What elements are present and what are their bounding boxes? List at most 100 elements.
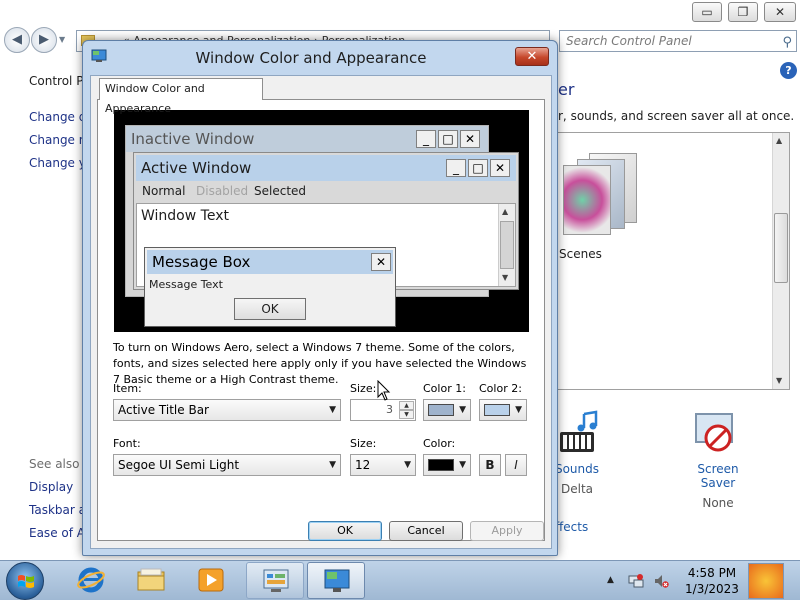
personalization-description: r, sounds, and screen saver all at once. — [558, 109, 795, 123]
network-icon[interactable] — [628, 573, 644, 589]
color2-picker[interactable]: ▼ — [479, 399, 527, 421]
taskbar-window-color[interactable] — [307, 562, 365, 599]
user-avatar-flower[interactable] — [748, 563, 784, 599]
scroll-up-icon: ▲ — [502, 207, 509, 216]
volume-muted-icon[interactable] — [653, 573, 669, 589]
screen-saver-icon[interactable] — [692, 412, 740, 456]
scenes-theme-name[interactable]: Scenes — [559, 247, 602, 261]
forward-button[interactable]: ▶ — [31, 27, 57, 53]
internet-explorer-icon — [77, 567, 105, 593]
theme-list[interactable]: Scenes ▲ ▼ — [556, 132, 790, 390]
personalization-heading: er — [558, 80, 575, 99]
close-button[interactable]: ✕ — [764, 2, 796, 22]
item-label: Item: — [113, 382, 142, 395]
taskbar-windows-explorer[interactable] — [122, 562, 180, 599]
dialog-title: Window Color and Appearance — [195, 49, 427, 67]
minimize-button[interactable]: ▭ — [692, 2, 722, 22]
item-size-label: Size: — [350, 382, 377, 395]
folder-icon — [137, 568, 165, 591]
color2-label: Color 2: — [479, 382, 522, 395]
preview-menu-disabled[interactable]: Disabled — [196, 184, 248, 198]
font-color-label: Color: — [423, 437, 456, 450]
restore-button[interactable]: ❐ — [728, 2, 758, 22]
color1-picker[interactable]: ▼ — [423, 399, 471, 421]
aero-info-text: To turn on Windows Aero, select a Window… — [113, 341, 527, 386]
screen-saver-item[interactable]: Screen Saver None — [680, 462, 756, 510]
window-color-appearance-dialog: Window Color and Appearance ✕ Window Col… — [82, 40, 558, 556]
scroll-up-icon[interactable]: ▲ — [776, 136, 782, 145]
preview-menu-normal[interactable]: Normal — [142, 184, 185, 198]
spin-down-icon[interactable]: ▼ — [399, 410, 414, 419]
tab-window-color-appearance[interactable]: Window Color and Appearance — [99, 78, 263, 115]
item-size-spinner[interactable]: 3 ▲ ▼ — [350, 399, 416, 421]
font-label: Font: — [113, 437, 141, 450]
clock-time: 4:58 PM — [687, 566, 737, 580]
color1-label: Color 1: — [423, 382, 466, 395]
preview-menu-bar[interactable]: Normal Disabled Selected — [136, 183, 516, 201]
italic-button[interactable]: I — [505, 454, 527, 476]
apply-button[interactable]: Apply — [470, 521, 544, 541]
search-input[interactable]: Search Control Panel ⚲ — [559, 30, 797, 52]
preview-inactive-title-bar[interactable]: Inactive Window _ □ ✕ — [126, 126, 488, 152]
preview-close-icon: ✕ — [490, 159, 510, 177]
windows-logo-icon — [18, 575, 34, 588]
search-icon[interactable]: ⚲ — [782, 33, 792, 53]
item-select[interactable]: Active Title Bar ▼ — [113, 399, 341, 421]
scenes-theme-thumbnail[interactable] — [559, 147, 639, 237]
preview-message-box-title-bar[interactable]: Message Box ✕ — [147, 250, 393, 274]
preview-active-title: Active Window — [141, 159, 252, 177]
tab-panel: Inactive Window _ □ ✕ Active Window _ □ … — [97, 99, 545, 541]
taskbar-internet-explorer[interactable] — [62, 562, 120, 599]
ok-button[interactable]: OK — [308, 521, 382, 541]
preview-message-box-title: Message Box — [152, 253, 251, 271]
font-select[interactable]: Segoe UI Semi Light ▼ — [113, 454, 341, 476]
dialog-body: Window Color and Appearance Inactive Win… — [90, 75, 552, 549]
mouse-cursor-icon — [377, 380, 391, 401]
taskbar-media-player[interactable] — [182, 562, 240, 599]
cp-titlebar: ▭ ❐ ✕ — [0, 0, 800, 24]
cancel-button[interactable]: Cancel — [389, 521, 463, 541]
dialog-titlebar[interactable]: Window Color and Appearance ✕ — [83, 41, 557, 75]
cp-left-pane: Control Panel Home Change desktop icons … — [0, 56, 203, 560]
screen-saver-link[interactable]: Screen Saver — [680, 462, 756, 490]
show-hidden-icons-button[interactable]: ▲ — [607, 575, 614, 585]
chevron-down-icon: ▼ — [515, 405, 522, 415]
preview-message-text: Message Text — [149, 278, 223, 291]
spin-up-icon[interactable]: ▲ — [399, 401, 414, 410]
chevron-down-icon: ▼ — [404, 460, 411, 470]
scroll-down-icon[interactable]: ▼ — [776, 376, 782, 385]
preview-scroll-thumb — [500, 221, 514, 269]
preview-scrollbar[interactable]: ▲ ▼ — [498, 204, 515, 286]
effects-link[interactable]: ffects — [555, 520, 588, 534]
scroll-down-icon: ▼ — [502, 273, 509, 282]
color1-swatch — [428, 404, 454, 416]
recent-pages-dropdown-icon[interactable]: ▼ — [59, 35, 65, 44]
font-size-value: 12 — [355, 458, 371, 472]
taskbar-control-panel[interactable] — [246, 562, 304, 599]
preview-ok-button[interactable]: OK — [234, 298, 306, 320]
back-button[interactable]: ◀ — [4, 27, 30, 53]
item-select-value: Active Title Bar — [118, 403, 209, 417]
font-color-swatch — [428, 459, 454, 471]
preview-message-box[interactable]: Message Box ✕ Message Text OK — [144, 247, 396, 327]
chevron-down-icon: ▼ — [459, 405, 466, 415]
dialog-close-button[interactable]: ✕ — [515, 47, 549, 66]
sounds-icon[interactable] — [558, 410, 602, 458]
bold-button[interactable]: B — [479, 454, 501, 476]
chevron-down-icon: ▼ — [329, 405, 336, 415]
preview-maximize-icon: □ — [468, 159, 488, 177]
preview-menu-selected[interactable]: Selected — [254, 184, 306, 198]
preview-active-title-bar[interactable]: Active Window _ □ ✕ — [136, 155, 516, 181]
font-size-select[interactable]: 12 ▼ — [350, 454, 416, 476]
display-link[interactable]: Display — [29, 480, 73, 494]
start-button[interactable] — [6, 562, 44, 600]
help-icon[interactable]: ? — [780, 62, 797, 79]
chevron-down-icon: ▼ — [329, 460, 336, 470]
theme-list-scrollbar[interactable]: ▲ ▼ — [772, 133, 789, 389]
appearance-preview[interactable]: Inactive Window _ □ ✕ Active Window _ □ … — [114, 110, 529, 332]
system-clock[interactable]: 4:58 PM 1/3/2023 — [684, 565, 740, 597]
see-also-heading: See also — [29, 457, 80, 471]
font-color-picker[interactable]: ▼ — [423, 454, 471, 476]
preview-minimize-icon: _ — [446, 159, 466, 177]
scroll-thumb[interactable] — [774, 213, 788, 283]
